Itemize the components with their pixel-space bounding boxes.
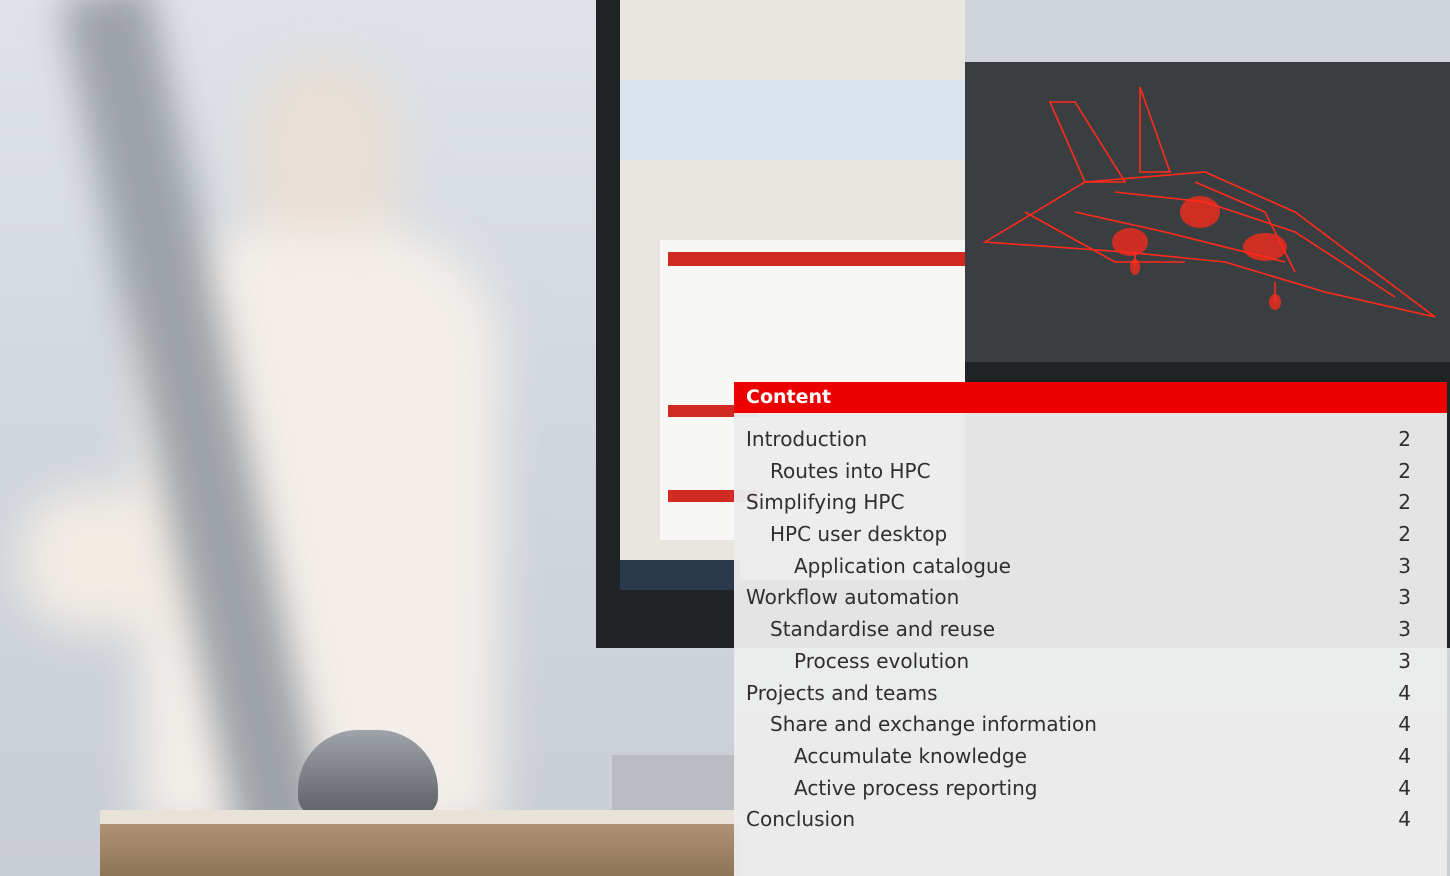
toc-entry-label: Standardise and reuse [770, 617, 996, 642]
toc-entry[interactable]: Share and exchange information 4 [734, 709, 1447, 741]
toc-entry-label: Introduction [746, 427, 868, 451]
toc-entry-page: 2 [1398, 458, 1411, 483]
monitor-taskbar [620, 560, 740, 590]
contents-panel: Content Introduction 2 Routes into HPC 2 S… [734, 382, 1447, 876]
toc-entry[interactable]: Process evolution 3 [734, 646, 1447, 678]
toc-entry-page: 4 [1398, 775, 1411, 800]
toc-entry-page: 3 [1398, 648, 1411, 673]
monitor-sheet-header [668, 252, 965, 266]
toc-entry[interactable]: Projects and teams 4 [734, 678, 1447, 710]
monitor-cad-toolbar [965, 0, 1450, 62]
toc-entry[interactable]: Accumulate knowledge 4 [734, 741, 1447, 773]
toc-entry[interactable]: Active process reporting 4 [734, 773, 1447, 805]
toc-entry-page: 3 [1398, 585, 1411, 610]
toc-entry[interactable]: Conclusion 4 [734, 804, 1447, 836]
toc-entry[interactable]: Workflow automation 3 [734, 582, 1447, 614]
toc-entry[interactable]: Application catalogue 3 [734, 551, 1447, 583]
desk-edge [100, 810, 740, 824]
toc-entry-page: 3 [1398, 617, 1411, 642]
toc-entry-page: 4 [1398, 712, 1411, 737]
toc-entry-label: Workflow automation [746, 585, 960, 610]
toc-entry-label: HPC user desktop [770, 522, 948, 547]
toc-entry-page: 2 [1398, 490, 1411, 515]
toc-entry-page: 2 [1398, 522, 1411, 547]
contents-heading: Content [734, 382, 1447, 413]
table-of-contents: Introduction 2 Routes into HPC 2 Simplifyi… [734, 424, 1447, 836]
monitor-ribbon [620, 80, 965, 160]
toc-entry-label: Process evolution [794, 648, 970, 673]
toc-entry-page: 2 [1398, 427, 1411, 451]
keyboard [612, 755, 742, 810]
toc-entry[interactable]: Standardise and reuse 3 [734, 614, 1447, 646]
toc-entry-page: 4 [1398, 680, 1411, 705]
toc-entry-page: 4 [1398, 743, 1411, 768]
toc-entry[interactable]: Introduction 2 [734, 424, 1447, 456]
toc-entry-label: Share and exchange information [770, 712, 1097, 737]
toc-entry-label: Application catalogue [794, 553, 1011, 578]
toc-entry-label: Active process reporting [794, 775, 1038, 800]
toc-entry-label: Simplifying HPC [746, 490, 905, 515]
toc-entry-label: Accumulate knowledge [794, 743, 1027, 768]
jet-wireframe-illustration [982, 86, 1436, 318]
toc-entry-page: 4 [1398, 807, 1411, 832]
toc-entry[interactable]: Routes into HPC 2 [734, 456, 1447, 488]
toc-entry[interactable]: HPC user desktop 2 [734, 519, 1447, 551]
toc-entry-label: Projects and teams [746, 680, 938, 705]
toc-entry-page: 3 [1398, 553, 1411, 578]
toc-entry[interactable]: Simplifying HPC 2 [734, 487, 1447, 519]
toc-entry-label: Routes into HPC [770, 458, 931, 483]
toc-entry-label: Conclusion [746, 807, 855, 832]
